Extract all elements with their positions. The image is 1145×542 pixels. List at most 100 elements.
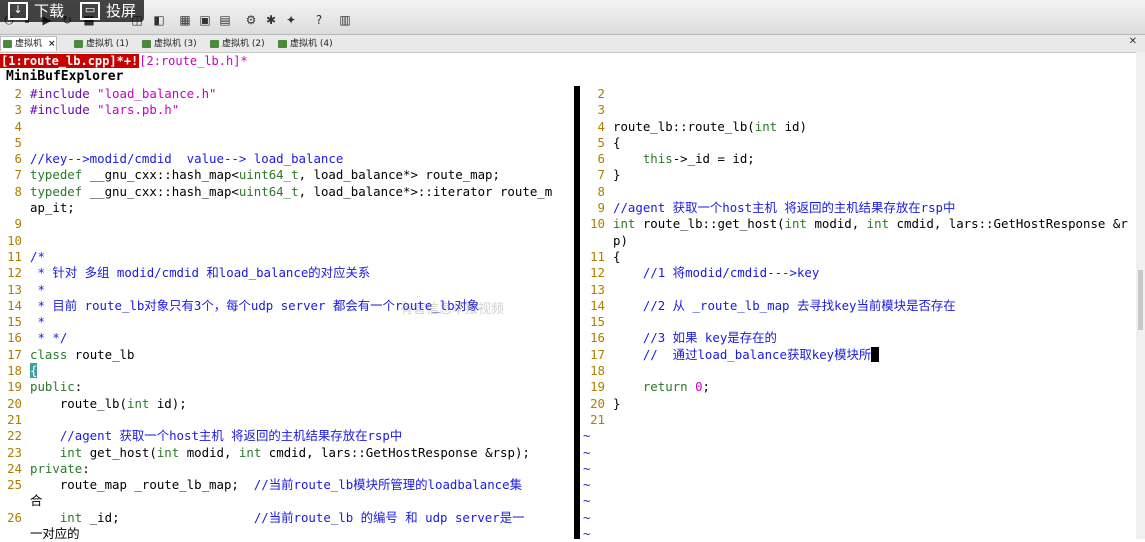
tab-vm[interactable]: 虚拟机 × bbox=[0, 36, 57, 51]
editor-pane-right[interactable]: 2 3 4 route_lb::route_lb(int id) 5{6 this->_… bbox=[583, 86, 1145, 542]
empty-line-marker: ~ bbox=[583, 460, 591, 476]
help-icon[interactable]: ? bbox=[312, 13, 326, 27]
code-line: 13 * bbox=[0, 282, 575, 298]
tab-vm-4[interactable]: 虚拟机 (4) bbox=[276, 37, 333, 51]
cast-icon: ▭ bbox=[80, 2, 101, 20]
cast-label: 投屏 bbox=[106, 2, 137, 20]
download-button[interactable]: ↓ 下载 bbox=[0, 0, 72, 22]
code-line: 12 //1 将modid/cmdid--->key bbox=[583, 265, 1145, 281]
line-number: 9 bbox=[597, 200, 605, 216]
code-line: 9 //agent 获取一个host主机 将返回的主机结果存放在rsp中 bbox=[583, 200, 1145, 216]
buffer-other[interactable]: [2:route_lb.h]* bbox=[139, 54, 247, 68]
line-number: 14 bbox=[590, 297, 605, 313]
code-text: //1 将modid/cmdid--->key bbox=[613, 265, 820, 281]
line-number: 4 bbox=[597, 118, 605, 134]
code-line: 10 bbox=[0, 233, 575, 249]
code-line: 4 bbox=[0, 119, 575, 135]
tab-vm-1[interactable]: 虚拟机 (1) bbox=[72, 37, 129, 51]
tab-vm-3[interactable]: 虚拟机 (3) bbox=[140, 37, 197, 51]
line-number: 14 bbox=[7, 297, 22, 313]
code-text: int _id; //当前route_lb 的编号 和 udp server是一 bbox=[59, 509, 525, 525]
code-text: * bbox=[30, 314, 45, 330]
code-line: 21 bbox=[583, 412, 1145, 428]
tab-label: 虚拟机 (2) bbox=[222, 39, 265, 49]
fullscreen-icon[interactable]: ▣ bbox=[198, 13, 212, 27]
line-number: 20 bbox=[7, 395, 22, 411]
code-text: #include "lars.pb.h" bbox=[30, 102, 180, 118]
code-text: ap_it; bbox=[30, 200, 75, 216]
console-icon[interactable]: ▥ bbox=[338, 13, 352, 27]
revert-icon[interactable]: ◧ bbox=[152, 13, 166, 27]
close-icon[interactable]: ✕ bbox=[1129, 36, 1137, 47]
code-line: 6 this->_id = id; bbox=[583, 151, 1145, 167]
code-text: * */ bbox=[30, 330, 68, 346]
line-number: 6 bbox=[597, 151, 605, 167]
code-line: 26 int _id; //当前route_lb 的编号 和 udp serve… bbox=[0, 510, 575, 526]
line-number: 16 bbox=[7, 330, 22, 346]
minibuf-title: MiniBufExplorer bbox=[6, 69, 124, 84]
empty-line-marker: ~ bbox=[583, 428, 591, 444]
vm-icon bbox=[142, 40, 151, 48]
empty-line-marker: ~ bbox=[583, 526, 591, 542]
vm-icon bbox=[3, 40, 12, 48]
code-line: 23 int get_host(int modid, int cmdid, la… bbox=[0, 445, 575, 461]
tab-close-icon[interactable]: × bbox=[48, 39, 56, 49]
line-number: 10 bbox=[7, 232, 22, 248]
code-text: this->_id = id; bbox=[642, 151, 755, 167]
code-text: //agent 获取一个host主机 将返回的主机结果存放在rsp中 bbox=[30, 428, 403, 444]
code-line: 2 #include "load_balance.h" bbox=[0, 86, 575, 102]
code-text: { bbox=[613, 248, 621, 264]
code-line: 16 //3 如果 key是存在的 bbox=[583, 330, 1145, 346]
code-line: 8 bbox=[583, 184, 1145, 200]
code-text: public: bbox=[30, 379, 83, 395]
code-line: 15 bbox=[583, 314, 1145, 330]
line-number: 8 bbox=[597, 183, 605, 199]
unity-icon[interactable]: ▤ bbox=[218, 13, 232, 27]
scrollbar-thumb[interactable] bbox=[1138, 270, 1143, 330]
code-text: * 针对 多组 modid/cmdid 和load_balance的对应关系 bbox=[30, 265, 371, 281]
line-number: 18 bbox=[7, 363, 22, 379]
line-number: 19 bbox=[590, 379, 605, 395]
code-line: 20 route_lb(int id); bbox=[0, 396, 575, 412]
line-number: 25 bbox=[7, 477, 22, 493]
code-text: route_map _route_lb_map; //当前route_lb模块所… bbox=[30, 477, 522, 493]
code-text: int route_lb::get_host(int modid, int cm… bbox=[613, 216, 1128, 232]
code-text: //key-->modid/cmdid value--> load_balanc… bbox=[30, 151, 344, 167]
code-line: 19 public: bbox=[0, 379, 575, 395]
video-overlay: ↓ 下载 ▭ 投屏 bbox=[0, 0, 145, 22]
vertical-split[interactable] bbox=[574, 86, 580, 539]
code-text: } bbox=[613, 395, 621, 411]
code-text: private: bbox=[30, 460, 90, 476]
line-number: 7 bbox=[597, 167, 605, 183]
code-text: typedef __gnu_cxx::hash_map<uint64_t, lo… bbox=[30, 183, 553, 199]
line-number: 5 bbox=[597, 134, 605, 150]
empty-line-marker: ~ bbox=[583, 509, 591, 525]
line-number: 13 bbox=[7, 281, 22, 297]
line-number: 3 bbox=[14, 102, 22, 118]
bulb-icon[interactable]: ✦ bbox=[284, 13, 298, 27]
empty-line-marker: ~ bbox=[583, 493, 591, 509]
line-number: 22 bbox=[7, 428, 22, 444]
code-line: 12 * 针对 多组 modid/cmdid 和load_balance的对应关… bbox=[0, 265, 575, 281]
tab-vm-2[interactable]: 虚拟机 (2) bbox=[208, 37, 265, 51]
code-line: 合 bbox=[0, 493, 575, 509]
tab-label: 虚拟机 (3) bbox=[154, 39, 197, 49]
buffer-active[interactable]: [1:route_lb.cpp]*+! bbox=[0, 54, 140, 68]
watermark: 有害信息举报视频 bbox=[400, 302, 505, 317]
download-icon: ↓ bbox=[8, 2, 28, 20]
tools-icon[interactable]: ✱ bbox=[264, 13, 278, 27]
settings-icon[interactable]: ⚙ bbox=[244, 13, 258, 27]
code-text: route_lb::route_lb(int id) bbox=[613, 118, 807, 134]
code-line: 17 // 通过load_balance获取key模块所_ bbox=[583, 346, 1145, 363]
code-line: 24 private: bbox=[0, 461, 575, 477]
code-line: 16 * */ bbox=[0, 330, 575, 346]
empty-line-marker: ~ bbox=[583, 477, 591, 493]
code-line: 20} bbox=[583, 396, 1145, 412]
code-line: 22 //agent 获取一个host主机 将返回的主机结果存放在rsp中 bbox=[0, 428, 575, 444]
manage-icon[interactable]: ▦ bbox=[178, 13, 192, 27]
cast-button[interactable]: ▭ 投屏 bbox=[72, 0, 144, 22]
code-text: //3 如果 key是存在的 bbox=[613, 330, 777, 346]
buffer-list: [1:route_lb.cpp]*+![2:route_lb.h]* bbox=[0, 53, 248, 69]
line-number: 8 bbox=[14, 183, 22, 199]
line-number: 21 bbox=[590, 411, 605, 427]
